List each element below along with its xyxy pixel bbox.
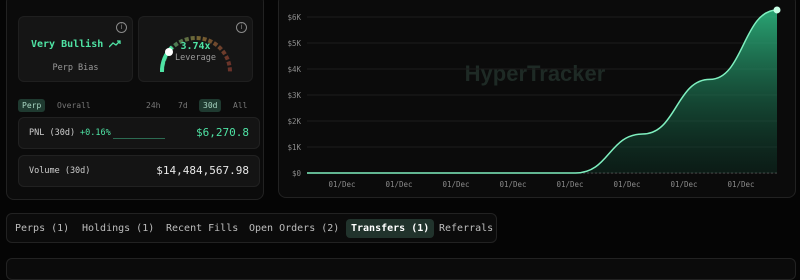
bias-value-text: Very Bullish [31, 39, 104, 50]
x-tick-label: 01/Dec [442, 180, 469, 189]
series-endpoint [773, 6, 781, 14]
y-tick-label: $6K [287, 13, 301, 22]
x-tick-label: 01/Dec [385, 180, 412, 189]
x-tick-label: 01/Dec [613, 180, 640, 189]
pnl-bar [113, 138, 165, 139]
perp-bias-card: i Very Bullish Perp Bias [18, 16, 133, 82]
y-tick-label: $1K [287, 143, 301, 152]
volume-value: $14,484,567.98 [156, 164, 249, 177]
tab-all[interactable]: All [229, 99, 251, 112]
tab-referrals[interactable]: Referrals [434, 219, 498, 238]
x-tick-label: 01/Dec [328, 180, 355, 189]
leverage-value: 3.74x [180, 41, 211, 52]
trend-up-icon [108, 40, 121, 48]
pnl-value: $6,270.8 [196, 126, 249, 139]
tab-24h[interactable]: 24h [142, 99, 164, 112]
area-fill [307, 9, 777, 174]
watermark-text: HyperTracker [465, 61, 606, 86]
pnl-card: PNL (30d) +0.16% $6,270.8 [18, 117, 260, 149]
tab-overall[interactable]: Overall [53, 99, 95, 112]
bias-label: Perp Bias [52, 63, 99, 73]
tab-perp[interactable]: Perp [18, 99, 46, 112]
tab-perps[interactable]: Perps (1) [10, 219, 74, 238]
tab-30d[interactable]: 30d [199, 99, 222, 112]
volume-card: Volume (30d) $14,484,567.98 [18, 155, 260, 187]
pnl-change: +0.16% [80, 128, 111, 138]
x-tick-label: 01/Dec [670, 180, 697, 189]
y-tick-label: $5K [287, 39, 301, 48]
volume-label: Volume (30d) [29, 166, 91, 176]
x-tick-label: 01/Dec [727, 180, 754, 189]
tab-open-orders[interactable]: Open Orders (2) [244, 219, 344, 238]
y-tick-label: $0 [292, 169, 302, 178]
pnl-chart-panel: HyperTracker $6K $5K $4K $3K $2K $1K $0 01/Dec… [278, 0, 796, 198]
y-tick-label: $4K [287, 65, 301, 74]
tabs-bar: Perps (1) Holdings (1) Recent Fills Open… [6, 213, 497, 243]
tab-holdings[interactable]: Holdings (1) [77, 219, 159, 238]
tab-recent-fills[interactable]: Recent Fills [161, 219, 243, 238]
tab-transfers[interactable]: Transfers (1) [346, 219, 435, 238]
x-tick-label: 01/Dec [499, 180, 526, 189]
x-tick-label: 01/Dec [556, 180, 583, 189]
pnl-chart: HyperTracker $6K $5K $4K $3K $2K $1K $0 01/Dec… [287, 6, 781, 189]
details-panel [6, 258, 796, 280]
pnl-label: PNL (30d) [29, 128, 76, 138]
info-icon[interactable]: i [116, 22, 127, 33]
leverage-card: i 3.74x Leverage [138, 16, 253, 82]
tab-7d[interactable]: 7d [174, 99, 192, 112]
y-tick-label: $2K [287, 117, 301, 126]
leverage-label: Leverage [175, 53, 216, 63]
y-tick-label: $3K [287, 91, 301, 100]
bias-value: Very Bullish [31, 39, 121, 50]
stats-panel: i Very Bullish Perp Bias i 3.74x Leverag… [6, 0, 264, 200]
